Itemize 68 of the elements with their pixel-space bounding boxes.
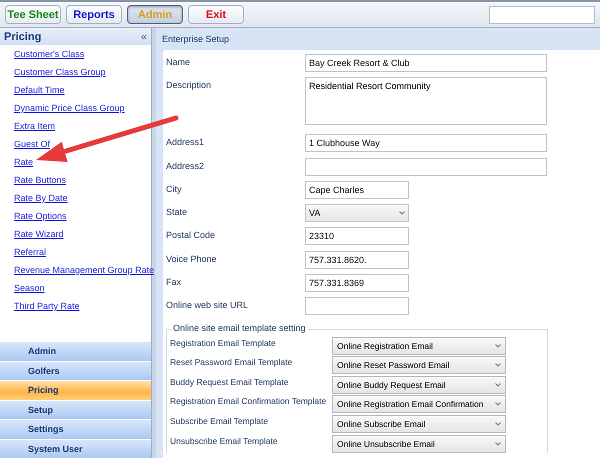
dropdown[interactable]: Online Registration Email Confirmation bbox=[332, 395, 506, 414]
menu-link[interactable]: Rate Options bbox=[14, 210, 67, 223]
input-field[interactable]: Cape Charles bbox=[305, 180, 409, 199]
dropdown[interactable]: Online Reset Password Email bbox=[332, 356, 506, 374]
group-legend: Online site email template setting bbox=[171, 322, 308, 333]
nav-button[interactable]: Tee Sheet bbox=[5, 5, 61, 24]
menu-link[interactable]: Extra Item bbox=[14, 120, 56, 133]
caret-icon bbox=[495, 344, 501, 348]
menu-link[interactable]: Customer's Class bbox=[14, 48, 84, 61]
menu-link[interactable]: Dynamic Price Class Group bbox=[14, 102, 125, 115]
field-label: Fax bbox=[166, 276, 182, 288]
search-field[interactable] bbox=[489, 6, 595, 24]
menu-link[interactable]: Default Time bbox=[14, 84, 65, 97]
nav-button[interactable]: Reports bbox=[66, 5, 122, 24]
menu-link[interactable]: Referral bbox=[14, 246, 46, 259]
sidebar-title: Pricing bbox=[4, 30, 42, 42]
caret-icon bbox=[495, 382, 501, 387]
caret-icon bbox=[495, 442, 501, 446]
input-field[interactable] bbox=[305, 158, 547, 176]
menu-link[interactable]: Rate bbox=[14, 156, 34, 169]
nav-button[interactable]: Exit bbox=[188, 5, 244, 24]
input-field[interactable] bbox=[305, 297, 409, 316]
menu-link[interactable]: Third Party Rate bbox=[14, 300, 80, 313]
collapse-button[interactable]: « bbox=[140, 30, 147, 42]
field-label: Address2 bbox=[166, 160, 206, 171]
input-field[interactable]: 757.331.8620. bbox=[305, 250, 409, 269]
dropdown[interactable]: Online Unsubscribe Email bbox=[332, 434, 506, 453]
field-label: Reset Password Email Template bbox=[170, 356, 294, 368]
section-button[interactable]: Pricing bbox=[0, 380, 151, 400]
dropdown[interactable]: Online Subscribe Email bbox=[332, 415, 506, 434]
section-button[interactable]: Settings bbox=[0, 419, 151, 438]
field-label: Unsubscribe Email Template bbox=[170, 434, 279, 446]
dropdown[interactable]: Online Registration Email bbox=[332, 336, 506, 355]
input-field[interactable]: Bay Creek Resort & Club bbox=[305, 54, 547, 72]
section-button[interactable]: System User bbox=[0, 438, 151, 458]
input-field[interactable]: 757.331.8369 bbox=[305, 274, 409, 292]
menu-link[interactable]: Rate Buttons bbox=[14, 174, 66, 187]
dropdown[interactable]: Online Buddy Request Email bbox=[332, 376, 506, 394]
menu-link[interactable]: Season bbox=[14, 282, 45, 295]
field-label: Postal Code bbox=[166, 229, 216, 240]
menu-link[interactable]: Rate Wizard bbox=[14, 228, 64, 241]
text-area[interactable]: Residential Resort Community bbox=[305, 77, 547, 126]
field-label: City bbox=[166, 182, 182, 194]
panel-title: Enterprise Setup bbox=[161, 33, 230, 46]
caret-icon bbox=[495, 363, 501, 368]
caret-icon bbox=[399, 211, 405, 216]
field-label: State bbox=[166, 206, 188, 218]
field-label: Registration Email Confirmation Template bbox=[170, 395, 328, 406]
field-label: Address1 bbox=[166, 136, 206, 148]
field-label: Registration Email Template bbox=[170, 336, 277, 348]
field-label: Name bbox=[166, 56, 192, 67]
dropdown[interactable]: VA bbox=[305, 204, 409, 222]
menu-link[interactable]: Revenue Management Group Rate bbox=[14, 264, 154, 277]
input-field[interactable]: 23310 bbox=[305, 227, 409, 246]
section-button[interactable]: Setup bbox=[0, 400, 151, 419]
field-label: Voice Phone bbox=[166, 252, 218, 264]
menu-link[interactable]: Guest Of bbox=[14, 138, 50, 151]
field-label: Subscribe Email Template bbox=[170, 415, 270, 426]
menu-link[interactable]: Rate By Date bbox=[14, 192, 68, 205]
caret-icon bbox=[495, 422, 501, 426]
caret-icon bbox=[495, 402, 501, 406]
field-label: Online web site URL bbox=[166, 299, 250, 310]
field-label: Buddy Request Email Template bbox=[170, 376, 290, 387]
input-field[interactable]: 1 Clubhouse Way bbox=[305, 134, 547, 152]
section-button[interactable]: Admin bbox=[0, 341, 151, 360]
section-button[interactable]: Golfers bbox=[0, 360, 151, 380]
menu-link[interactable]: Customer Class Group bbox=[14, 66, 106, 79]
field-label: Description bbox=[166, 79, 212, 90]
